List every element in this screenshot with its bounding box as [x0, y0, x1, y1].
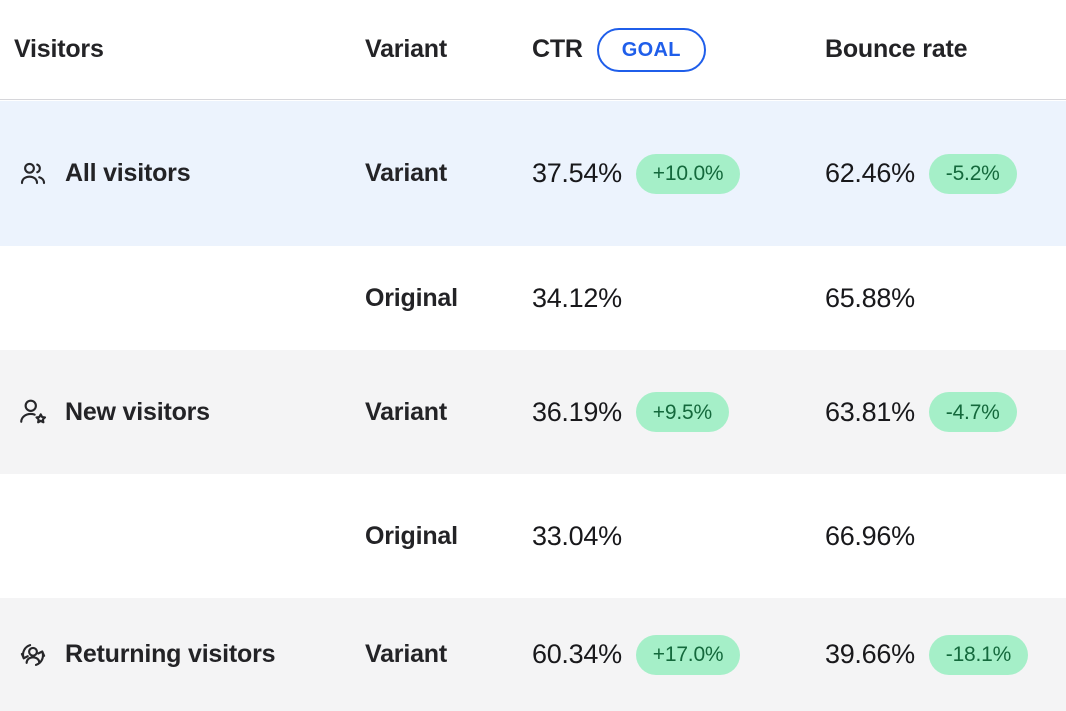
bounce-rate-value: 62.46% — [825, 158, 915, 188]
bounce-rate-delta-badge: -18.1% — [928, 634, 1029, 675]
header-cell-bounce-rate[interactable]: Bounce rate — [825, 0, 1066, 99]
bounce-rate-value: 65.88% — [825, 282, 915, 313]
table-row[interactable]: Original 33.04% 66.96% — [0, 474, 1066, 598]
header-cell-ctr[interactable]: CTR GOAL — [532, 0, 825, 99]
header-label-bounce-rate: Bounce rate — [825, 35, 968, 63]
ctr-value: 36.19% — [532, 396, 622, 427]
table-header-row: Visitors Variant CTR GOAL Bounce rate — [0, 0, 1066, 100]
header-ctr-group: CTR GOAL — [532, 27, 706, 72]
bounce-rate-value: 39.66% — [825, 639, 915, 669]
visitor-segment-label: Returning visitors — [65, 640, 276, 668]
ab-test-results-table: Visitors Variant CTR GOAL Bounce rate Al… — [0, 0, 1066, 711]
bounce-rate-delta-badge: -4.7% — [928, 392, 1017, 432]
cell-visitor-segment: All visitors — [0, 101, 365, 246]
variant-label: Original — [365, 283, 458, 312]
cell-bounce-rate-group: 62.46% -5.2% — [825, 153, 1017, 194]
variant-label: Variant — [365, 159, 447, 187]
visitor-segment-label: All visitors — [65, 159, 191, 187]
cell-ctr: 34.12% — [532, 246, 825, 350]
ctr-value: 33.04% — [532, 520, 622, 551]
cell-ctr: 60.34% +17.0% — [532, 598, 825, 711]
visitor-segment-group: All visitors — [0, 159, 191, 189]
table-row[interactable]: Original 34.12% 65.88% — [0, 246, 1066, 350]
cell-bounce-rate: 65.88% — [825, 246, 1066, 350]
new-user-icon — [18, 397, 48, 427]
visitor-segment-label: New visitors — [65, 397, 210, 426]
cell-ctr-group: 37.54% +10.0% — [532, 153, 741, 194]
goal-badge[interactable]: GOAL — [596, 27, 706, 72]
header-cell-variant[interactable]: Variant — [365, 0, 532, 99]
cell-bounce-rate: 62.46% -5.2% — [825, 101, 1066, 246]
ctr-value: 34.12% — [532, 282, 622, 313]
table-row[interactable]: All visitors Variant 37.54% +10.0% 62.46% -5.… — [0, 101, 1066, 246]
cell-visitor-segment — [0, 246, 365, 350]
visitor-segment-group: Returning visitors — [0, 640, 276, 670]
cell-ctr: 37.54% +10.0% — [532, 101, 825, 246]
bounce-rate-value: 66.96% — [825, 520, 915, 551]
cell-variant: Original — [365, 474, 532, 598]
cell-ctr: 36.19% +9.5% — [532, 350, 825, 474]
cell-bounce-rate: 63.81% -4.7% — [825, 350, 1066, 474]
bounce-rate-value: 63.81% — [825, 396, 915, 427]
visitor-segment-group: New visitors — [0, 397, 210, 427]
ctr-delta-badge: +17.0% — [635, 634, 741, 675]
cell-ctr: 33.04% — [532, 474, 825, 598]
ctr-value: 60.34% — [532, 639, 622, 669]
cell-ctr-group: 34.12% — [532, 283, 622, 314]
variant-label: Variant — [365, 397, 447, 426]
cell-visitor-segment — [0, 474, 365, 598]
bounce-rate-delta-badge: -5.2% — [928, 153, 1017, 194]
cell-bounce-rate-group: 39.66% -18.1% — [825, 634, 1029, 675]
cell-variant: Variant — [365, 101, 532, 246]
cell-visitor-segment: Returning visitors — [0, 598, 365, 711]
header-label-variant: Variant — [365, 35, 447, 63]
variant-label: Variant — [365, 640, 447, 668]
ctr-delta-badge: +10.0% — [635, 153, 741, 194]
cell-ctr-group: 33.04% — [532, 521, 622, 552]
header-label-ctr: CTR — [532, 35, 583, 63]
header-label-visitors: Visitors — [14, 35, 104, 63]
cell-variant: Variant — [365, 598, 532, 711]
cell-variant: Original — [365, 246, 532, 350]
cell-bounce-rate-group: 66.96% — [825, 521, 915, 552]
cell-bounce-rate: 39.66% -18.1% — [825, 598, 1066, 711]
cell-bounce-rate: 66.96% — [825, 474, 1066, 598]
ctr-value: 37.54% — [532, 158, 622, 188]
ctr-delta-badge: +9.5% — [635, 392, 729, 432]
users-group-icon — [18, 159, 48, 189]
table-row[interactable]: Returning visitors Variant 60.34% +17.0% 39.… — [0, 598, 1066, 711]
cell-ctr-group: 60.34% +17.0% — [532, 634, 741, 675]
cell-bounce-rate-group: 65.88% — [825, 283, 915, 314]
header-cell-visitors[interactable]: Visitors — [0, 0, 365, 99]
cell-ctr-group: 36.19% +9.5% — [532, 392, 729, 432]
cell-visitor-segment: New visitors — [0, 350, 365, 474]
returning-user-icon — [18, 640, 48, 670]
cell-bounce-rate-group: 63.81% -4.7% — [825, 392, 1017, 432]
variant-label: Original — [365, 521, 458, 550]
cell-variant: Variant — [365, 350, 532, 474]
table-row[interactable]: New visitors Variant 36.19% +9.5% 63.81% -4.7… — [0, 350, 1066, 474]
